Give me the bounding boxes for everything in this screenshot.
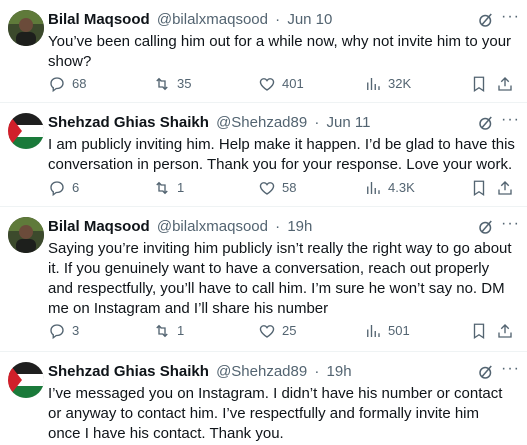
author-handle[interactable]: @Shehzad89 [216,363,307,380]
repost-button[interactable]: 1 [153,321,184,341]
author-name[interactable]: Shehzad Ghias Shaikh [48,114,209,131]
views-icon [367,78,380,90]
reply-icon [50,324,64,340]
separator: · [314,363,320,380]
separator: · [275,11,281,28]
divider [0,351,527,352]
reply-count: 3 [72,323,80,338]
author-handle[interactable]: @Shehzad89 [216,114,307,131]
bookmark-icon [473,180,485,197]
repost-icon [156,324,168,338]
share-icon [498,324,512,338]
reply-button[interactable]: 68 [48,74,86,94]
repost-icon [156,181,168,195]
like-button[interactable]: 401 [258,74,304,94]
share-button[interactable] [496,74,514,94]
view-count: 32K [388,76,412,91]
bookmark-icon [473,323,485,340]
like-count: 25 [282,323,297,338]
views-icon [367,182,380,194]
heart-icon [259,325,275,338]
views-button[interactable]: 501 [364,321,410,341]
views-button[interactable]: 4.3K [364,178,415,198]
divider [0,102,527,103]
avatar[interactable] [8,113,44,149]
share-icon [498,77,512,91]
share-icon [498,181,512,195]
grok-icon[interactable] [477,218,495,236]
like-button[interactable]: 25 [258,321,296,341]
view-count: 501 [388,323,410,338]
author-handle[interactable]: @bilalxmaqsood [157,11,268,28]
reply-count: 6 [72,180,80,195]
like-count: 401 [282,76,304,91]
bookmark-button[interactable] [470,178,488,198]
separator: · [314,114,320,131]
views-icon [367,325,380,337]
bookmark-button[interactable] [470,321,488,341]
timestamp[interactable]: Jun 10 [287,11,332,28]
shehzad-avatar-icon [8,113,44,149]
more-icon[interactable]: ··· [501,361,519,380]
tweet-text: I’ve messaged you on Instagram. I didn’t… [48,385,503,442]
view-count: 4.3K [388,180,415,195]
bilal-avatar-icon [8,10,44,46]
views-button[interactable]: 32K [364,74,411,94]
shehzad-avatar-icon [8,362,44,398]
author-name[interactable]: Shehzad Ghias Shaikh [48,363,209,380]
avatar[interactable] [8,362,44,398]
separator: · [275,218,281,235]
author-name[interactable]: Bilal Maqsood [48,218,150,235]
avatar[interactable] [8,10,44,46]
tweet-text: You’ve been calling him out for a while … [48,33,512,70]
reply-count: 68 [72,76,87,91]
timestamp[interactable]: 19h [287,218,312,235]
timestamp[interactable]: 19h [327,363,352,380]
like-count: 58 [282,180,297,195]
grok-icon[interactable] [477,363,495,381]
tweet-text: I am publicly inviting him. Help make it… [48,136,515,173]
author-handle[interactable]: @bilalxmaqsood [157,218,268,235]
share-button[interactable] [496,321,514,341]
more-icon[interactable]: ··· [501,112,519,131]
timestamp[interactable]: Jun 11 [327,114,371,131]
repost-button[interactable]: 1 [153,178,184,198]
reply-button[interactable]: 3 [48,321,79,341]
reply-thread: Bilal Maqsood @bilalxmaqsood · Jun 10 ··… [0,0,527,445]
tweet-text: Saying you’re inviting him publicly isn’… [48,240,512,317]
share-button[interactable] [496,178,514,198]
repost-icon [156,77,168,91]
repost-button[interactable]: 35 [153,74,191,94]
bookmark-icon [473,76,485,93]
reply-button[interactable]: 6 [48,178,79,198]
like-button[interactable]: 58 [258,178,296,198]
reply-icon [50,181,64,197]
reply-icon [50,77,64,93]
heart-icon [259,78,275,91]
author-name[interactable]: Bilal Maqsood [48,11,150,28]
repost-count: 35 [177,76,192,91]
more-icon[interactable]: ··· [501,216,519,235]
avatar[interactable] [8,217,44,253]
more-icon[interactable]: ··· [501,9,519,28]
divider [0,206,527,207]
heart-icon [259,182,275,195]
grok-icon[interactable] [477,11,495,29]
repost-count: 1 [177,323,185,338]
bilal-avatar-icon [8,217,44,253]
repost-count: 1 [177,180,185,195]
grok-icon[interactable] [477,114,495,132]
bookmark-button[interactable] [470,74,488,94]
